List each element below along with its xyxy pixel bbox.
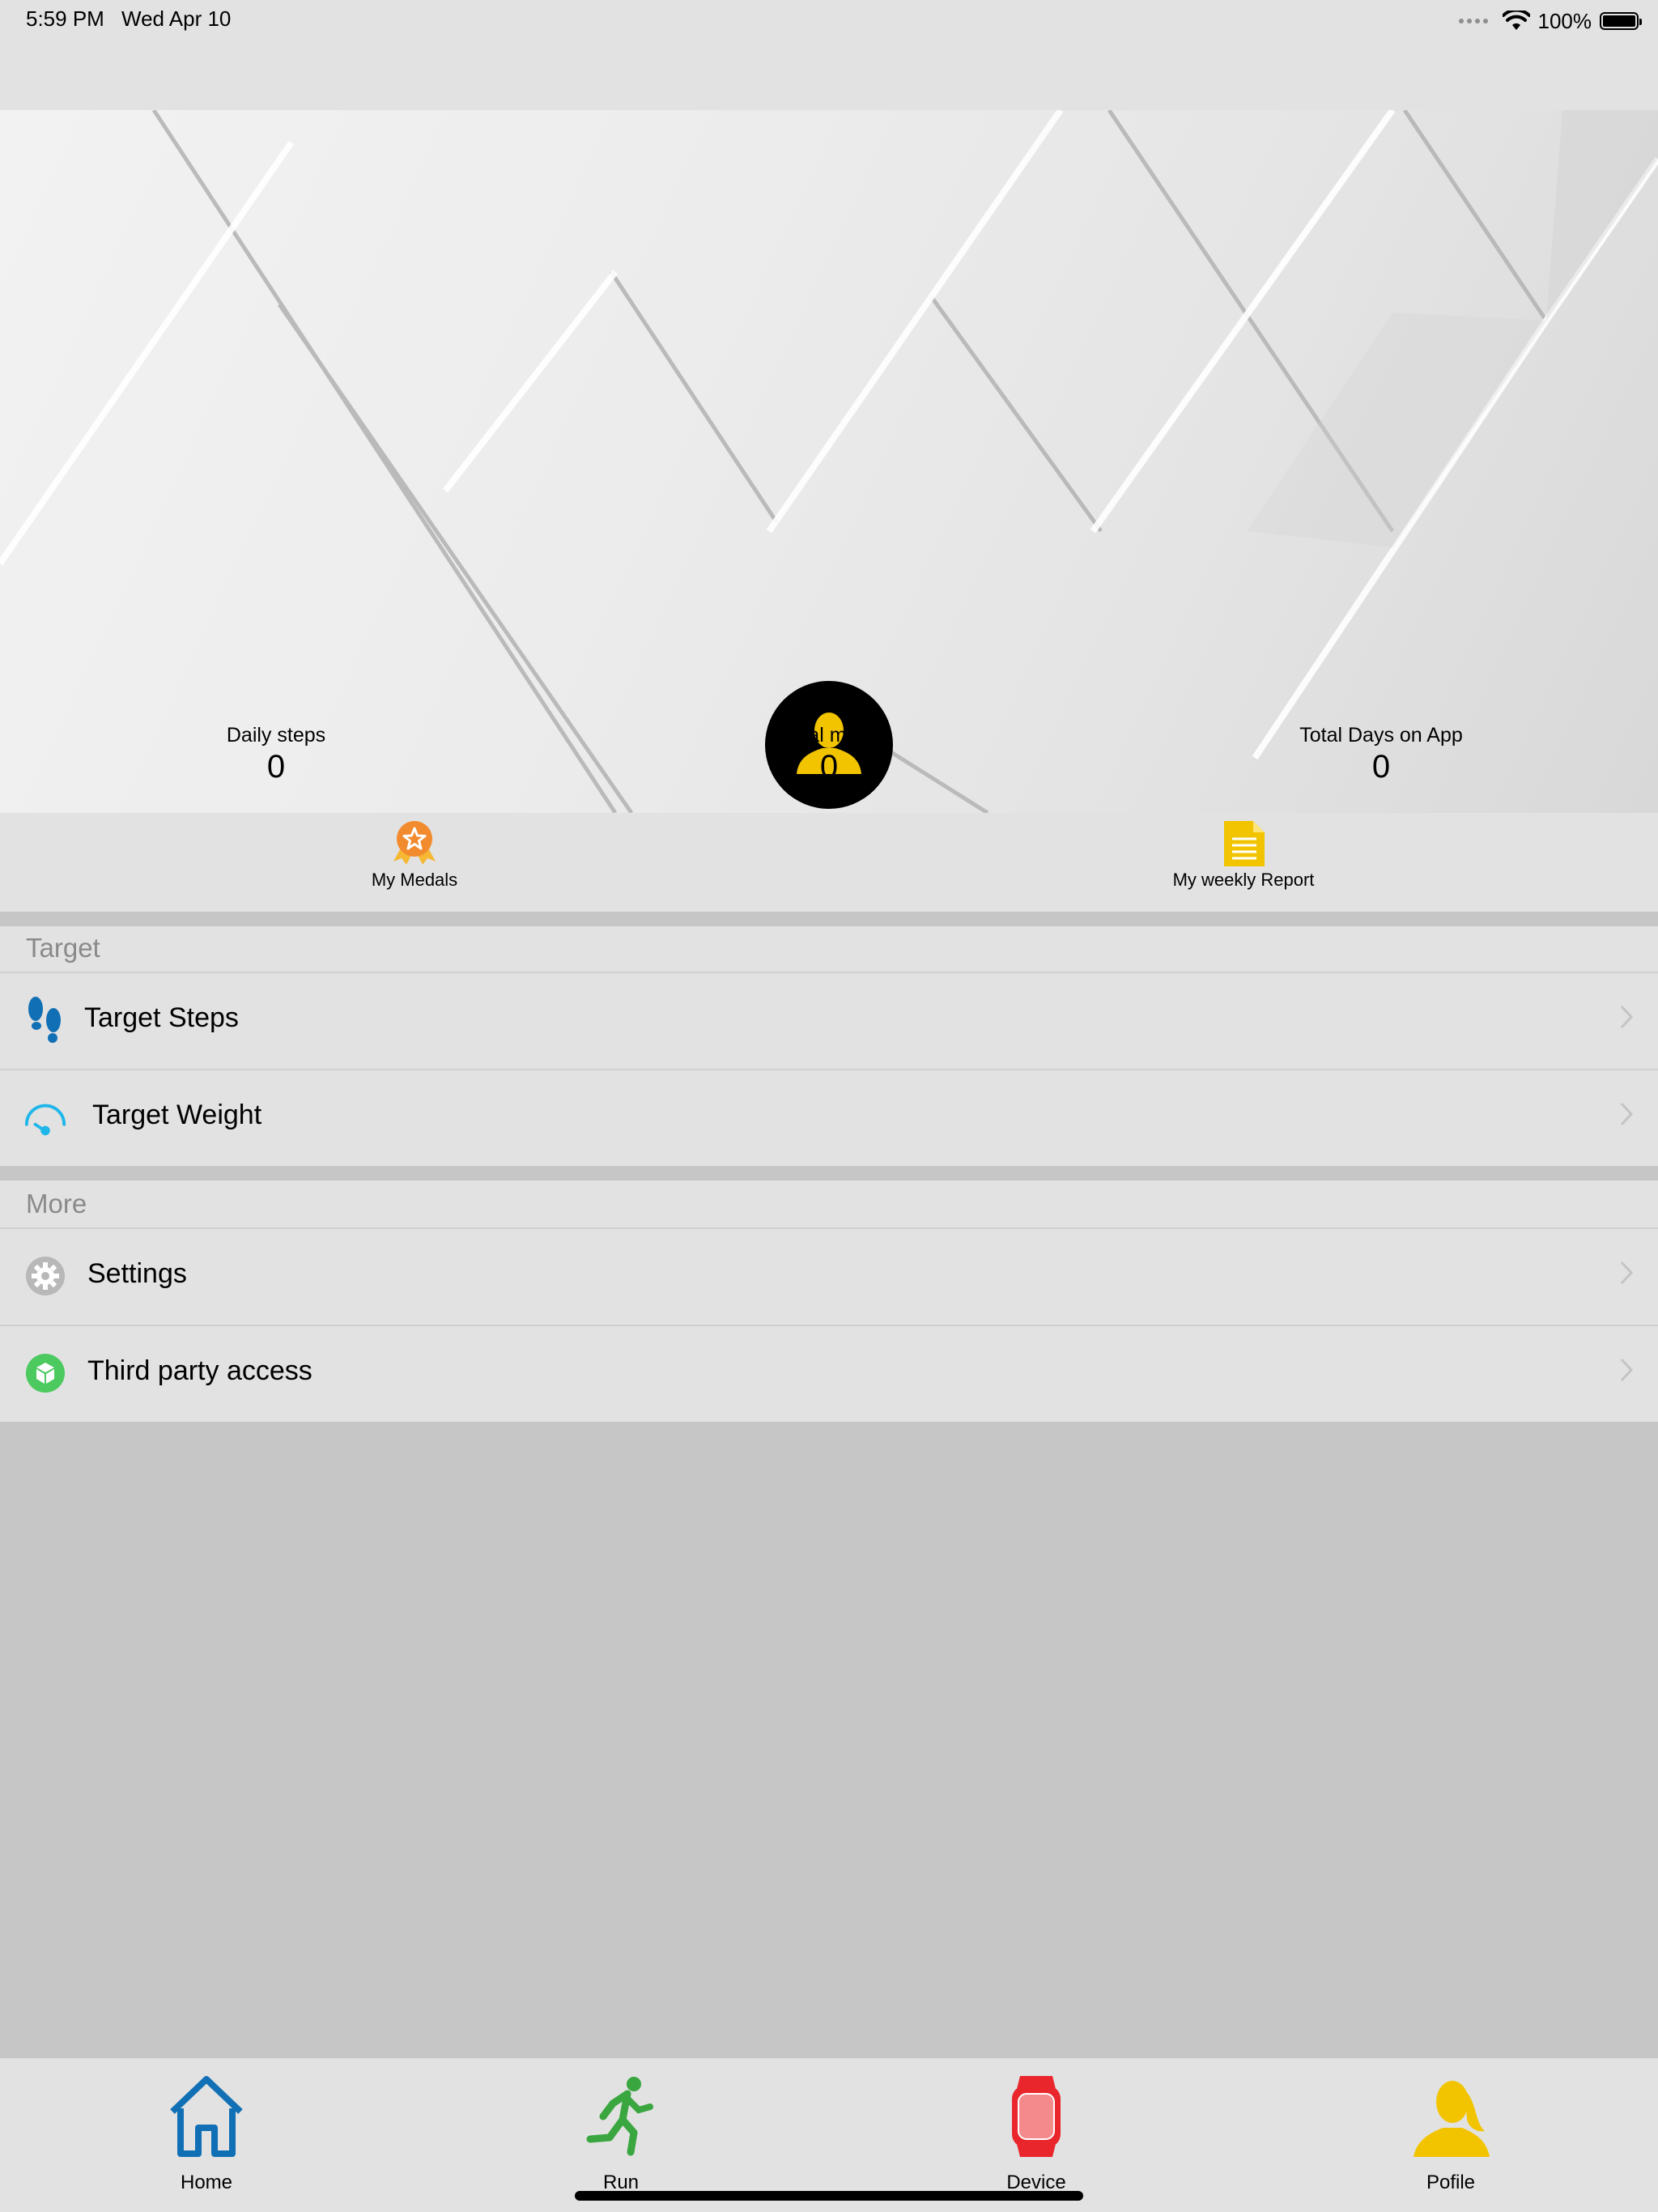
wifi-icon bbox=[1502, 11, 1530, 30]
stat-value: 0 bbox=[819, 749, 839, 785]
stat-total-miles: Total miles 0 bbox=[667, 724, 991, 785]
weekly-report-label: My weekly Report bbox=[1172, 870, 1315, 890]
more-section: More Settings Third party access bbox=[0, 1180, 1658, 1422]
my-medals-button[interactable]: My Medals bbox=[253, 819, 576, 891]
stat-daily-steps: Daily steps 0 bbox=[114, 724, 438, 785]
status-indicators: 100% bbox=[1458, 5, 1642, 37]
third-party-access-row[interactable]: Third party access bbox=[0, 1325, 1658, 1420]
profile-icon bbox=[1414, 2081, 1490, 2157]
tab-profile[interactable]: Pofile bbox=[1370, 2074, 1532, 2194]
cube-icon bbox=[23, 1351, 68, 1396]
section-title-more: More bbox=[26, 1189, 87, 1219]
stat-total-days: Total Days on App 0 bbox=[1219, 724, 1543, 785]
section-divider bbox=[0, 912, 1658, 926]
weekly-report-button[interactable]: My weekly Report bbox=[1082, 819, 1405, 891]
tab-home-label: Home bbox=[180, 2172, 233, 2193]
watch-icon bbox=[1012, 2076, 1061, 2157]
chevron-right-icon bbox=[1620, 1358, 1634, 1382]
home-indicator bbox=[575, 2191, 1083, 2201]
battery-icon bbox=[1600, 12, 1642, 30]
third-party-access-label: Third party access bbox=[87, 1355, 312, 1386]
gear-icon bbox=[23, 1253, 68, 1299]
chevron-right-icon bbox=[1620, 1102, 1634, 1126]
chevron-right-icon bbox=[1620, 1005, 1634, 1029]
section-divider bbox=[0, 1166, 1658, 1180]
status-time: 5:59 PM bbox=[26, 6, 104, 31]
target-section: Target Target Steps Target Weight bbox=[0, 926, 1658, 1166]
signal-dots-icon bbox=[1458, 19, 1488, 23]
chevron-right-icon bbox=[1620, 1261, 1634, 1285]
medal-icon bbox=[393, 821, 436, 865]
target-steps-row[interactable]: Target Steps bbox=[0, 972, 1658, 1067]
quick-actions-bar: My Medals My weekly Report bbox=[0, 813, 1658, 912]
status-date: Wed Apr 10 bbox=[121, 6, 232, 31]
tab-run[interactable]: Run bbox=[540, 2074, 702, 2194]
target-steps-label: Target Steps bbox=[84, 1002, 239, 1033]
settings-label: Settings bbox=[87, 1258, 187, 1289]
home-icon bbox=[170, 2076, 243, 2157]
status-bar bbox=[0, 0, 1658, 110]
battery-percent: 100% bbox=[1537, 8, 1592, 33]
gauge-icon bbox=[23, 1095, 68, 1140]
tab-home[interactable]: Home bbox=[125, 2074, 287, 2194]
tab-device[interactable]: Device bbox=[955, 2074, 1117, 2194]
run-icon bbox=[586, 2077, 653, 2156]
target-weight-row[interactable]: Target Weight bbox=[0, 1069, 1658, 1164]
profile-header-background: Daily steps 0 Total miles 0 Total Days o… bbox=[0, 110, 1658, 813]
my-medals-label: My Medals bbox=[371, 870, 458, 890]
tab-bar: Home Run Device Pofile bbox=[0, 2058, 1658, 2212]
stat-label: Daily steps bbox=[226, 724, 326, 747]
stat-label: Total miles bbox=[780, 724, 878, 747]
document-icon bbox=[1224, 821, 1265, 866]
stat-value: 0 bbox=[266, 749, 286, 785]
target-weight-label: Target Weight bbox=[92, 1100, 262, 1130]
section-title-target: Target bbox=[26, 933, 100, 963]
stat-value: 0 bbox=[1371, 749, 1391, 785]
settings-row[interactable]: Settings bbox=[0, 1227, 1658, 1323]
footprints-icon bbox=[23, 997, 68, 1043]
stat-label: Total Days on App bbox=[1299, 724, 1463, 747]
tab-profile-label: Pofile bbox=[1426, 2172, 1476, 2193]
